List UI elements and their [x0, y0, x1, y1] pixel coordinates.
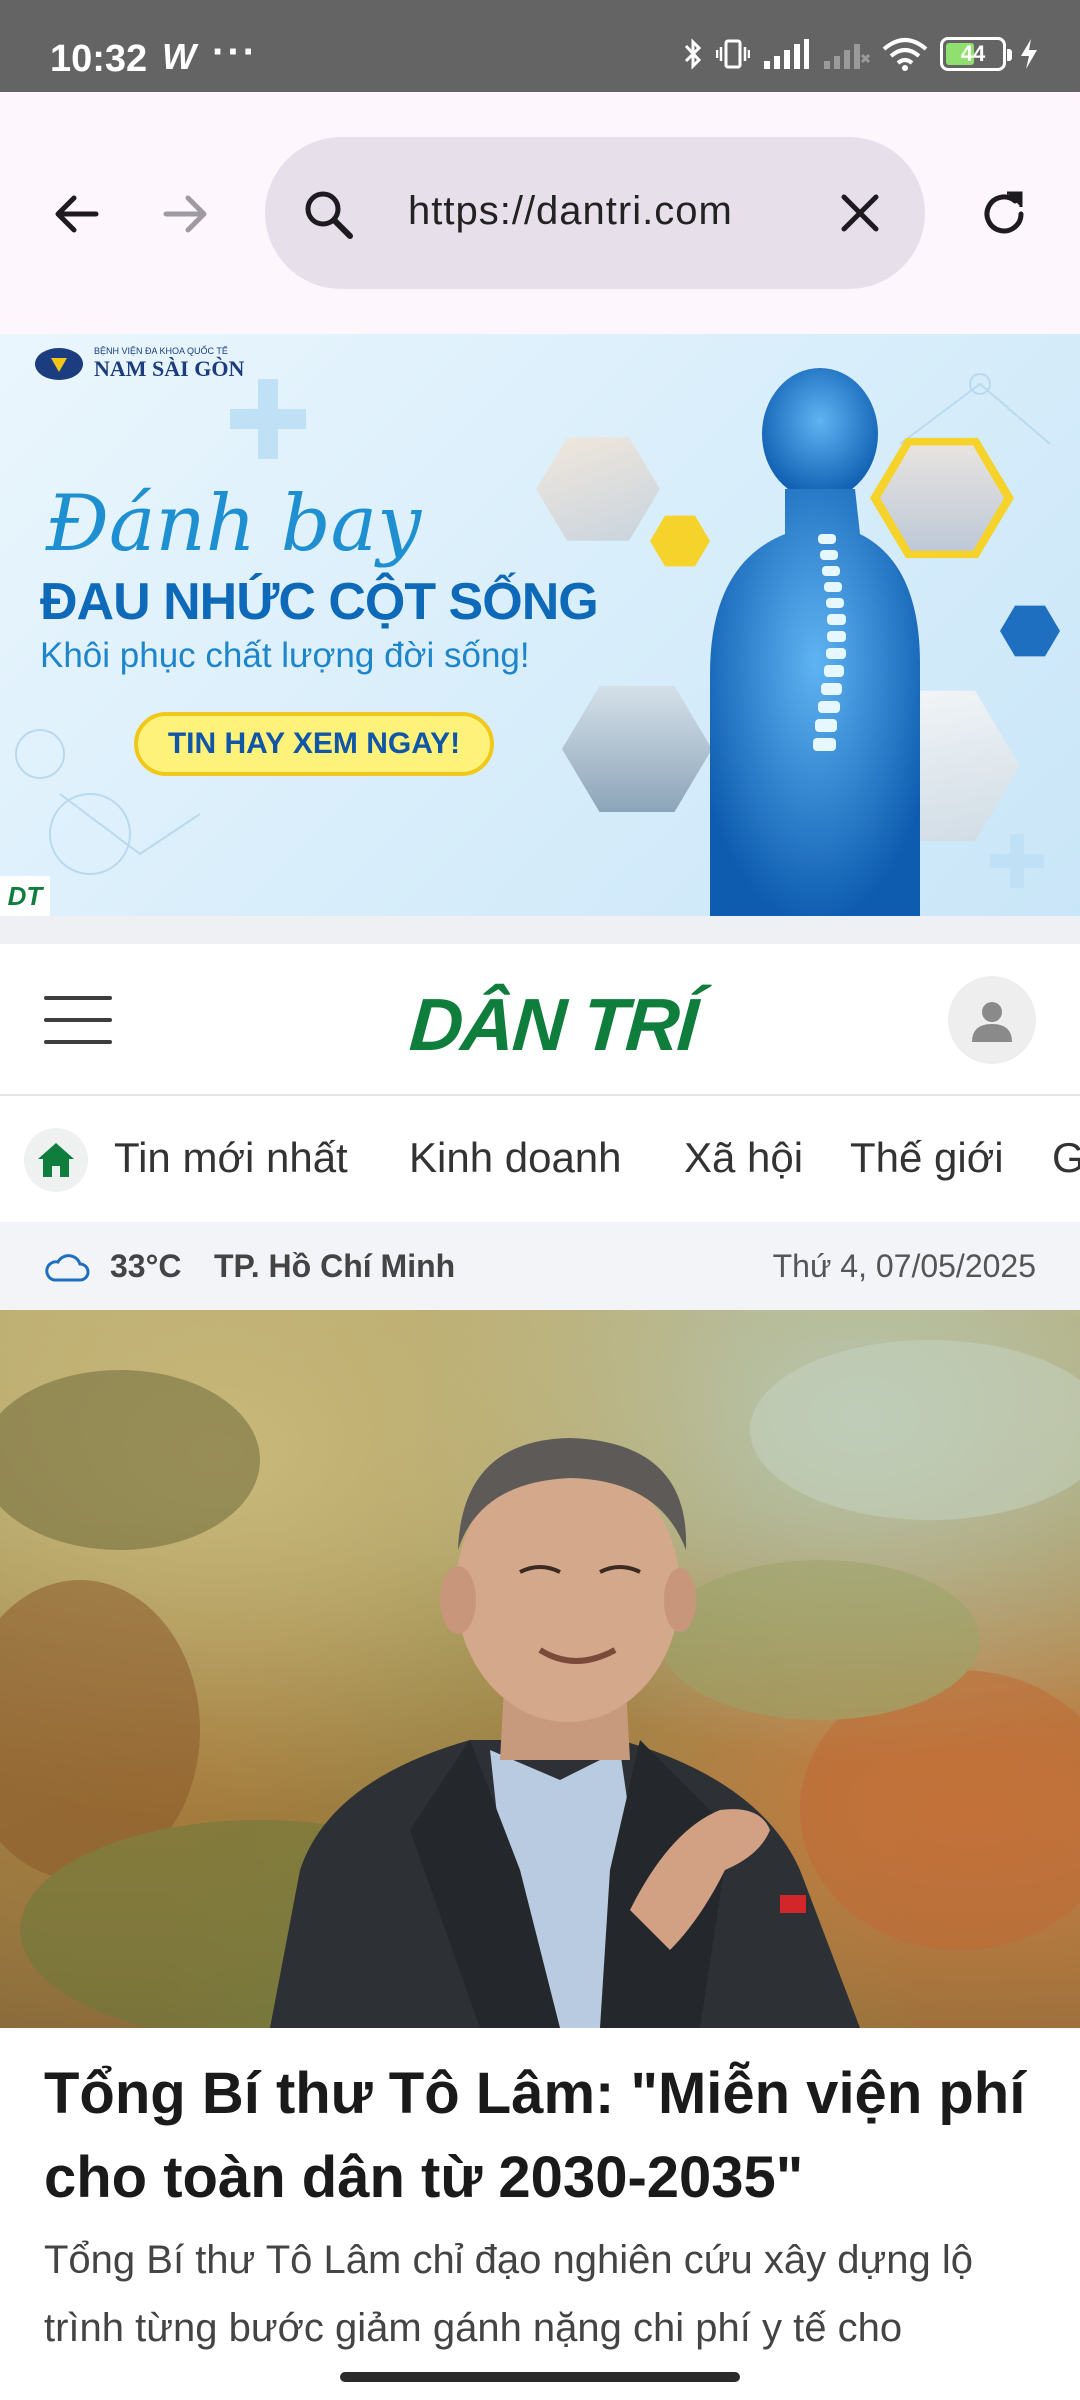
app-notification-icon: W — [162, 36, 196, 77]
browser-toolbar: https://dantri.com — [0, 92, 1080, 334]
gesture-navigation-bar[interactable] — [340, 2372, 740, 2382]
site-header: DÂN TRÍ — [0, 944, 1080, 1096]
more-notifications-icon: ··· — [212, 30, 258, 74]
hospital-logo: BỆNH VIỆN ĐA KHOA QUỐC TẾ NAM SÀI GÒN — [34, 346, 244, 382]
user-icon — [972, 1002, 1012, 1042]
ad-banner[interactable]: BỆNH VIỆN ĐA KHOA QUỐC TẾ NAM SÀI GÒN Đá… — [0, 334, 1080, 916]
account-button[interactable] — [948, 976, 1036, 1064]
category-society[interactable]: Xã hội — [684, 1134, 803, 1182]
home-icon — [38, 1143, 74, 1177]
ad-cta-button[interactable]: TIN HAY XEM NGAY! — [134, 712, 494, 776]
weather-temperature: 33°C — [110, 1248, 182, 1284]
signal-icon — [764, 39, 809, 69]
category-business[interactable]: Kinh doanh — [409, 1134, 622, 1182]
battery-level: 44 — [960, 41, 986, 66]
menu-button[interactable] — [44, 992, 112, 1048]
article-hero-image[interactable] — [0, 1310, 1080, 2028]
portrait-photo — [0, 1340, 1080, 2028]
wifi-icon — [882, 38, 928, 71]
section-divider — [0, 916, 1080, 944]
ad-script-text: Đánh bay — [46, 479, 422, 569]
category-world[interactable]: Thế giới — [850, 1134, 1004, 1182]
search-icon — [305, 191, 353, 239]
weather-city: TP. Hồ Chí Minh — [214, 1248, 456, 1284]
charging-icon — [1021, 39, 1037, 69]
ad-headline: ĐAU NHỨC CỘT SỐNG — [40, 573, 599, 631]
category-nav: Tin mới nhất Kinh doanh Xã hội Thế giới … — [0, 1096, 1080, 1222]
article-title[interactable]: Tổng Bí thư Tô Lâm: "Miễn viện phí cho t… — [44, 2052, 1044, 2220]
category-latest[interactable]: Tin mới nhất — [114, 1134, 348, 1182]
forward-button[interactable] — [146, 174, 226, 254]
bluetooth-icon — [684, 38, 702, 70]
vibrate-icon — [716, 39, 750, 69]
clear-icon — [841, 194, 879, 232]
hospital-name: NAM SÀI GÒN — [94, 356, 245, 381]
home-button[interactable] — [24, 1128, 88, 1192]
cloud-icon — [45, 1254, 90, 1282]
battery-icon: 44 — [940, 37, 1012, 71]
current-date: Thứ 4, 07/05/2025 — [772, 1248, 1036, 1284]
back-button[interactable] — [36, 174, 116, 254]
spine-figure-image — [710, 368, 920, 916]
site-logo[interactable]: DÂN TRÍ — [407, 982, 699, 1067]
url-text[interactable]: https://dantri.com — [408, 189, 733, 234]
reload-icon — [984, 191, 1024, 234]
url-bar[interactable]: https://dantri.com — [265, 137, 925, 289]
clock: 10:32 — [50, 38, 148, 80]
hospital-tagline: BỆNH VIỆN ĐA KHOA QUỐC TẾ — [94, 346, 228, 356]
clear-url-button[interactable] — [830, 183, 890, 243]
category-next[interactable]: G — [1052, 1134, 1080, 1182]
signal-icon — [824, 44, 870, 69]
ad-subline: Khôi phục chất lượng đời sống! — [40, 636, 530, 675]
forward-arrow-icon — [163, 195, 207, 233]
weather-bar: 33°C TP. Hồ Chí Minh Thứ 4, 07/05/2025 — [0, 1222, 1080, 1310]
hospital-emblem-icon — [35, 348, 83, 380]
status-bar: 10:32 W ··· 44 — [0, 0, 1080, 92]
reload-button[interactable] — [964, 174, 1044, 254]
system-icons: 44 — [682, 34, 1040, 74]
ad-source-badge: DT — [0, 876, 50, 916]
article-summary[interactable]: Tổng Bí thư Tô Lâm chỉ đạo nghiên cứu xâ… — [44, 2226, 1054, 2362]
back-arrow-icon — [55, 195, 99, 233]
